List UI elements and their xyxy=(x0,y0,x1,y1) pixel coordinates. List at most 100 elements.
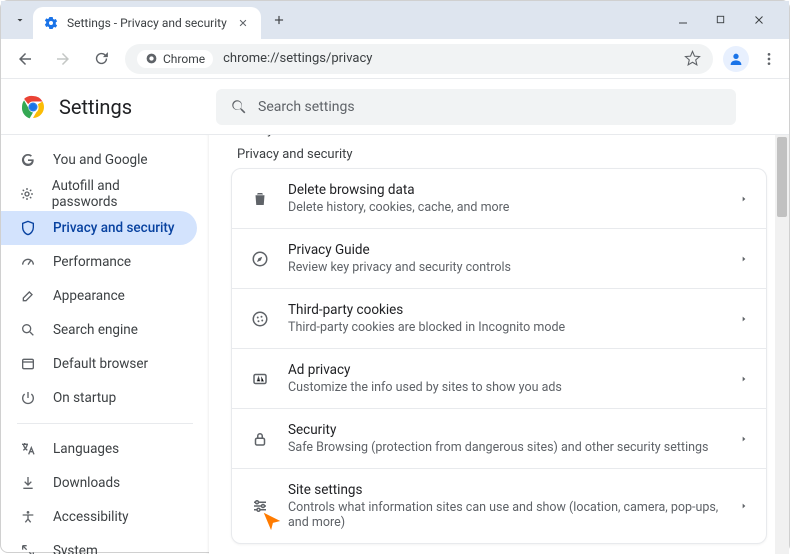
close-icon xyxy=(753,14,765,26)
sidebar-item-label: Appearance xyxy=(53,288,125,304)
row-security[interactable]: Security Safe Browsing (protection from d… xyxy=(232,408,766,468)
sidebar-item-autofill[interactable]: Autofill and passwords xyxy=(1,177,197,211)
sliders-icon xyxy=(250,497,270,515)
expand-icon xyxy=(19,542,37,554)
chevron-right-icon xyxy=(740,253,748,265)
arrow-left-icon xyxy=(16,50,34,68)
sidebar-item-languages[interactable]: Languages xyxy=(1,432,197,466)
row-subtitle: Customize the info used by sites to show… xyxy=(288,380,722,395)
browser-toolbar: Chrome chrome://settings/privacy xyxy=(1,39,789,79)
chevron-right-icon xyxy=(740,373,748,385)
tab-close-button[interactable] xyxy=(235,15,251,31)
forward-button[interactable] xyxy=(49,45,77,73)
window-maximize-button[interactable] xyxy=(715,14,735,26)
reload-icon xyxy=(93,50,110,67)
site-chip[interactable]: Chrome xyxy=(137,50,213,68)
row-delete-browsing-data[interactable]: Delete browsing dataDelete history, cook… xyxy=(232,169,766,228)
download-icon xyxy=(19,474,37,492)
sidebar-item-search-engine[interactable]: Search engine xyxy=(1,313,197,347)
settings-title: Settings xyxy=(59,95,132,119)
back-button[interactable] xyxy=(11,45,39,73)
privacy-security-card: Delete browsing dataDelete history, cook… xyxy=(231,168,767,544)
cookie-icon xyxy=(250,310,270,328)
chrome-icon xyxy=(145,52,158,65)
sidebar-item-label: You and Google xyxy=(53,152,148,168)
sidebar-divider xyxy=(17,423,193,424)
address-bar[interactable]: Chrome chrome://settings/privacy xyxy=(125,44,713,74)
star-icon xyxy=(684,50,701,67)
privacy-security-heading: Privacy and security xyxy=(237,147,767,162)
safety-check-heading: Safety Check xyxy=(237,135,767,138)
row-ad-privacy[interactable]: Ad privacyCustomize the info used by sit… xyxy=(232,348,766,408)
window-minimize-button[interactable] xyxy=(677,14,697,26)
row-title: Third-party cookies xyxy=(288,302,722,318)
sidebar-item-accessibility[interactable]: Accessibility xyxy=(1,500,197,534)
row-subtitle: Review key privacy and security controls xyxy=(288,260,722,275)
tab-search-dropdown[interactable] xyxy=(7,7,33,33)
search-settings-placeholder: Search settings xyxy=(258,99,355,115)
maximize-icon xyxy=(715,14,726,25)
ad-icon xyxy=(250,370,270,388)
scrollbar[interactable] xyxy=(775,135,789,554)
close-icon xyxy=(238,18,248,28)
row-privacy-guide[interactable]: Privacy Guide Review key privacy and secu… xyxy=(232,228,766,288)
sidebar-item-you-and-google[interactable]: You and Google xyxy=(1,143,197,177)
search-icon xyxy=(19,321,37,339)
sidebar-item-appearance[interactable]: Appearance xyxy=(1,279,197,313)
chevron-right-icon xyxy=(740,500,748,512)
row-subtitle: Controls what information sites can use … xyxy=(288,500,722,530)
settings-header: Settings Search settings xyxy=(1,79,789,135)
row-subtitle: Safe Browsing (protection from dangerous… xyxy=(288,440,722,455)
new-tab-button[interactable] xyxy=(265,6,293,34)
sidebar-item-label: Privacy and security xyxy=(53,220,175,236)
power-icon xyxy=(19,389,37,407)
shield-icon xyxy=(19,219,37,237)
trash-icon xyxy=(250,190,270,208)
profile-avatar[interactable] xyxy=(723,46,749,72)
plus-icon xyxy=(272,13,286,27)
site-chip-label: Chrome xyxy=(163,52,205,66)
reload-button[interactable] xyxy=(87,45,115,73)
autofill-icon xyxy=(19,185,36,203)
sidebar-item-downloads[interactable]: Downloads xyxy=(1,466,197,500)
row-title: Security xyxy=(288,422,722,438)
url-text: chrome://settings/privacy xyxy=(223,51,372,66)
chevron-right-icon xyxy=(740,433,748,445)
search-settings-input[interactable]: Search settings xyxy=(216,89,736,125)
person-icon xyxy=(728,51,744,67)
sidebar-item-label: Accessibility xyxy=(53,509,129,525)
lock-icon xyxy=(250,430,270,448)
sidebar-item-label: Search engine xyxy=(53,322,138,338)
chrome-logo-icon xyxy=(21,95,45,119)
browser-tab[interactable]: Settings - Privacy and security xyxy=(33,7,261,39)
sidebar-item-performance[interactable]: Performance xyxy=(1,245,197,279)
row-site-settings[interactable]: Site settings Controls what information s… xyxy=(232,468,766,543)
sidebar-item-on-startup[interactable]: On startup xyxy=(1,381,197,415)
scrollbar-thumb[interactable] xyxy=(777,137,787,217)
sidebar-item-label: Default browser xyxy=(53,356,148,372)
window-close-button[interactable] xyxy=(753,14,773,26)
kebab-icon xyxy=(761,51,777,67)
arrow-right-icon xyxy=(54,50,72,68)
sidebar-item-label: Downloads xyxy=(53,475,120,491)
row-title: Privacy Guide xyxy=(288,242,722,258)
browser-menu-button[interactable] xyxy=(759,51,779,67)
row-third-party-cookies[interactable]: Third-party cookiesThird-party cookies a… xyxy=(232,288,766,348)
window-titlebar: Settings - Privacy and security xyxy=(1,1,789,39)
settings-sidebar[interactable]: You and Google Autofill and passwords Pr… xyxy=(1,135,209,554)
sidebar-item-privacy-security[interactable]: Privacy and security xyxy=(1,211,197,245)
chevron-down-icon xyxy=(14,14,26,26)
bookmark-button[interactable] xyxy=(684,50,701,67)
sidebar-item-system[interactable]: System xyxy=(1,534,197,554)
google-g-icon xyxy=(19,151,37,169)
compass-icon xyxy=(250,250,270,268)
chevron-right-icon xyxy=(740,313,748,325)
browser-icon xyxy=(19,355,37,373)
sidebar-item-label: Autofill and passwords xyxy=(52,178,179,210)
search-icon xyxy=(230,98,248,116)
row-title: Delete browsing data xyxy=(288,182,722,198)
minimize-icon xyxy=(677,14,689,26)
speedometer-icon xyxy=(19,253,37,271)
sidebar-item-default-browser[interactable]: Default browser xyxy=(1,347,197,381)
row-title: Site settings xyxy=(288,482,722,498)
